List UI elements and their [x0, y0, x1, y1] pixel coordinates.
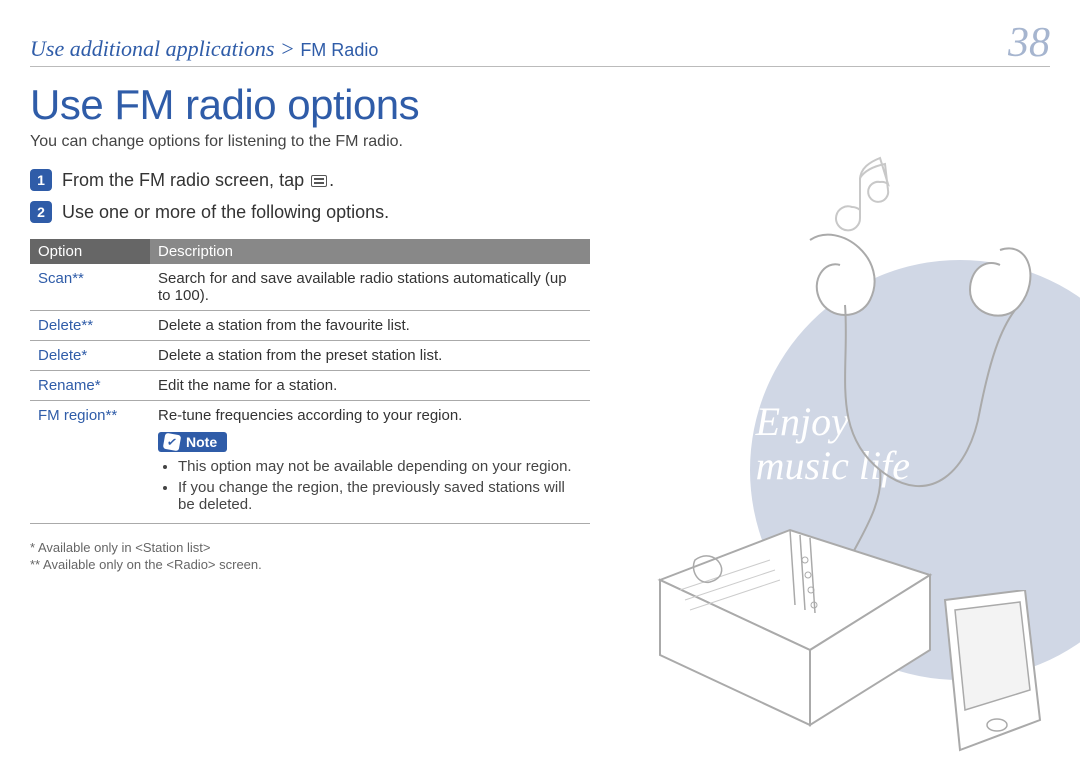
- intro-text: You can change options for listening to …: [30, 133, 590, 151]
- desc-cell: Delete a station from the favourite list…: [150, 311, 590, 341]
- note-item: This option may not be available dependi…: [178, 458, 582, 475]
- table-head-desc: Description: [150, 239, 590, 264]
- footnotes: * Available only in <Station list> ** Av…: [30, 540, 590, 572]
- options-table: Option Description Scan** Search for and…: [30, 239, 590, 524]
- option-cell: Delete**: [30, 311, 150, 341]
- desc-cell: Re-tune frequencies according to your re…: [150, 401, 590, 524]
- check-icon: ✓: [163, 433, 182, 452]
- note-item: If you change the region, the previously…: [178, 479, 582, 513]
- page-number: 38: [1008, 22, 1050, 64]
- breadcrumb: Use additional applications > FM Radio: [30, 36, 378, 62]
- note-list: This option may not be available dependi…: [158, 458, 582, 513]
- step-2: 2 Use one or more of the following optio…: [30, 201, 590, 223]
- desc-cell: Edit the name for a station.: [150, 371, 590, 401]
- option-cell: Scan**: [30, 264, 150, 311]
- step-1: 1 From the FM radio screen, tap .: [30, 169, 590, 191]
- earbuds-icon: [770, 210, 1050, 590]
- notebook-icon: [640, 520, 950, 730]
- desc-cell: Search for and save available radio stat…: [150, 264, 590, 311]
- step-1-text: From the FM radio screen, tap .: [62, 170, 334, 191]
- note-box: ✓ Note This option may not be available …: [158, 432, 582, 513]
- step-number-badge: 2: [30, 201, 52, 223]
- step-2-text: Use one or more of the following options…: [62, 202, 389, 223]
- table-row: Rename* Edit the name for a station.: [30, 371, 590, 401]
- menu-icon: [311, 175, 327, 187]
- breadcrumb-main: Use additional applications: [30, 36, 274, 61]
- enjoy-text: Enjoy music life: [756, 400, 910, 488]
- table-row: FM region** Re-tune frequencies accordin…: [30, 401, 590, 524]
- breadcrumb-bar: Use additional applications > FM Radio 3…: [30, 22, 1050, 67]
- illustration: Enjoy music life: [620, 120, 1080, 730]
- background-circle: [750, 260, 1080, 680]
- option-cell: Rename*: [30, 371, 150, 401]
- footnote-1: * Available only in <Station list>: [30, 540, 590, 555]
- page-title: Use FM radio options: [30, 81, 590, 129]
- note-badge: ✓ Note: [158, 432, 227, 452]
- footnote-2: ** Available only on the <Radio> screen.: [30, 557, 590, 572]
- media-player-icon: [925, 590, 1045, 760]
- steps-list: 1 From the FM radio screen, tap . 2 Use …: [30, 169, 590, 223]
- breadcrumb-sub: FM Radio: [300, 40, 378, 60]
- table-head-option: Option: [30, 239, 150, 264]
- table-row: Scan** Search for and save available rad…: [30, 264, 590, 311]
- desc-cell: Delete a station from the preset station…: [150, 341, 590, 371]
- option-cell: Delete*: [30, 341, 150, 371]
- breadcrumb-sep: >: [280, 36, 295, 61]
- step-number-badge: 1: [30, 169, 52, 191]
- table-row: Delete** Delete a station from the favou…: [30, 311, 590, 341]
- fmregion-desc-top: Re-tune frequencies according to your re…: [158, 407, 582, 424]
- table-row: Delete* Delete a station from the preset…: [30, 341, 590, 371]
- option-cell: FM region**: [30, 401, 150, 524]
- note-label: Note: [186, 434, 217, 450]
- music-note-icon: [830, 150, 900, 240]
